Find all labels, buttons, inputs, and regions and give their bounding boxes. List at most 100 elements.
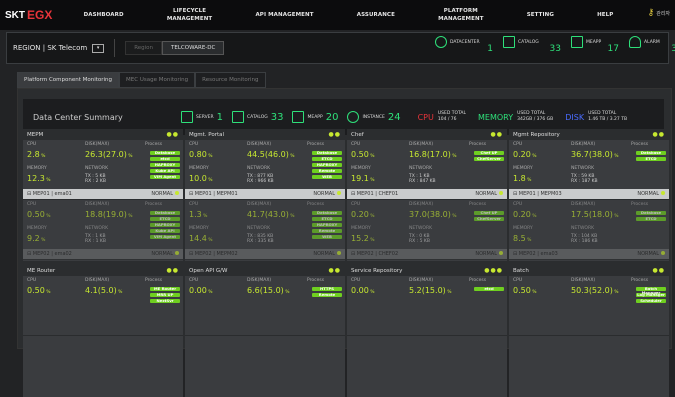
process-chip[interactable]: Remote bbox=[312, 228, 342, 233]
used-total-value: 342GB / 376 GB bbox=[517, 117, 554, 122]
node-panel[interactable]: CPU 0.00 % DISK(MAX) 5.2(15.0) % Process etcd bbox=[347, 276, 507, 336]
memory-label: MEMORY bbox=[478, 112, 514, 122]
process-chip[interactable]: HTTPS bbox=[312, 286, 342, 291]
process-chip[interactable]: ChefServer bbox=[474, 156, 504, 161]
summary-label: CATALOG bbox=[247, 114, 268, 120]
stat-label: ALARM bbox=[644, 39, 660, 45]
process-chip[interactable]: Database bbox=[312, 150, 342, 155]
process-chip[interactable]: WEB bbox=[312, 174, 342, 179]
logo[interactable]: SKT EGX bbox=[0, 8, 62, 22]
process-chip[interactable]: Database bbox=[312, 210, 342, 215]
tab-platform-component-monitoring[interactable]: Platform Component Monitoring bbox=[17, 72, 120, 88]
process-label: Process bbox=[307, 278, 325, 283]
region-select[interactable]: ▾ bbox=[92, 43, 105, 53]
cpu-value: 0.50 % bbox=[27, 286, 51, 295]
process-chip[interactable]: ETCD bbox=[312, 216, 342, 221]
memory-number: 10.0 bbox=[189, 174, 207, 183]
memory-number: 9.2 bbox=[27, 234, 40, 243]
process-chip[interactable]: ETCD bbox=[636, 156, 666, 161]
node-panel[interactable]: CPU 0.50 % DISK(MAX) 16.8(17.0) % Process MEM… bbox=[347, 140, 507, 200]
process-chip[interactable]: Kube API bbox=[150, 168, 180, 173]
region-tab-telcoware-dc[interactable]: TELCOWARE-DC bbox=[162, 41, 225, 55]
card-title: Service Repository bbox=[351, 267, 403, 274]
process-chip[interactable]: VIM Agent bbox=[150, 234, 180, 239]
process-chip[interactable]: MRR UP bbox=[150, 292, 180, 297]
process-chip[interactable]: Remote bbox=[312, 292, 342, 297]
process-label: Process bbox=[145, 278, 163, 283]
nav-assurance[interactable]: ASSURANCE bbox=[357, 11, 395, 19]
node-panel[interactable]: CPU 0.80 % DISK(MAX) 44.5(46.0) % Process MEM… bbox=[185, 140, 345, 200]
process-chip[interactable]: Kube API bbox=[150, 228, 180, 233]
node-panel[interactable]: CPU 2.8 % DISK(MAX) 26.3(27.0) % Process MEMO… bbox=[23, 140, 183, 200]
nav-lifecycle-management[interactable]: LIFECYCLE MANAGEMENT bbox=[167, 7, 212, 23]
node-panel[interactable]: CPU 0.50 % DISK(MAX) 4.1(5.0) % Process ME Ro… bbox=[23, 276, 183, 336]
node-panel[interactable]: CPU 0.20 % DISK(MAX) 36.7(38.0) % Process MEM… bbox=[509, 140, 669, 200]
process-chip[interactable]: Scheduler bbox=[636, 298, 666, 303]
card-header: ME Router ●● bbox=[23, 265, 183, 276]
user-menu[interactable]: ⚷ 관리자 bbox=[648, 8, 670, 18]
process-chip[interactable]: Database bbox=[636, 150, 666, 155]
nav-dashboard[interactable]: DASHBOARD bbox=[84, 11, 124, 19]
disk-value: 5.2(15.0) % bbox=[409, 286, 452, 295]
process-chip[interactable]: etcd bbox=[150, 156, 180, 161]
logo-text: SKT bbox=[5, 9, 25, 21]
process-chip[interactable]: Database bbox=[636, 210, 666, 215]
memory-value: 15.2 % bbox=[351, 234, 375, 243]
user-label: 관리자 bbox=[656, 10, 670, 17]
node-panel[interactable]: CPU 0.00 % DISK(MAX) 6.6(15.0) % Process HTTP… bbox=[185, 276, 345, 336]
stat-datacenter[interactable]: DATACENTER 1 bbox=[435, 36, 493, 54]
meapp-icon bbox=[571, 36, 583, 48]
process-chip[interactable]: HAPROXY bbox=[150, 162, 180, 167]
nav-platform-management[interactable]: PLATFORM MANAGEMENT bbox=[438, 7, 483, 23]
host-name: MEP01 | CHEF01 bbox=[356, 191, 399, 197]
node-panel[interactable]: CPU 0.50 % DISK(MAX) 50.3(52.0) % Process Bat… bbox=[509, 276, 669, 336]
top-stats: DATACENTER 1 CATALOG 33 MEAPP 17 ALARM 3 bbox=[435, 36, 675, 54]
process-chip[interactable]: HAPROXY bbox=[312, 162, 342, 167]
process-chip[interactable]: Remote bbox=[312, 168, 342, 173]
status-dots: ●● bbox=[166, 131, 179, 138]
nav-help[interactable]: HELP bbox=[597, 11, 613, 19]
cpu-number: 0.20 bbox=[513, 210, 531, 219]
process-chip[interactable]: Log Manager bbox=[636, 292, 666, 297]
key-icon: ⚷ bbox=[647, 8, 655, 18]
nav-setting[interactable]: SETTING bbox=[527, 11, 554, 19]
node-panel[interactable]: CPU 0.50 % DISK(MAX) 18.8(19.0) % Process MEM… bbox=[23, 200, 183, 260]
tab-mec-usage-monitoring[interactable]: MEC Usage Monitoring bbox=[119, 72, 196, 88]
process-chip[interactable]: ETCD bbox=[150, 216, 180, 221]
process-chip[interactable]: etcd bbox=[474, 286, 504, 291]
process-chip[interactable]: Database bbox=[150, 150, 180, 155]
network-value: TX : 104 KB RX : 186 KB bbox=[571, 234, 598, 244]
stat-meapp[interactable]: MEAPP 17 bbox=[571, 36, 619, 54]
cpu-number: 0.20 bbox=[351, 210, 369, 219]
stat-alarm[interactable]: ALARM 3 bbox=[629, 36, 675, 54]
process-chip[interactable]: HAPROXY bbox=[150, 222, 180, 227]
process-chip[interactable]: ME Router bbox=[150, 286, 180, 291]
tab-resource-monitoring[interactable]: Resource Monitoring bbox=[195, 72, 266, 88]
node-panel[interactable]: CPU 0.20 % DISK(MAX) 17.5(18.0) % Process MEM… bbox=[509, 200, 669, 260]
status-dots: ●● bbox=[328, 131, 341, 138]
process-chip[interactable]: VIM Agent bbox=[150, 174, 180, 179]
host-label: ⊟ MEP01 | MEPM03 bbox=[513, 191, 562, 197]
top-navigation-bar: SKT EGX DASHBOARD LIFECYCLE MANAGEMENT AP… bbox=[0, 0, 675, 30]
process-chip[interactable]: Chef UP bbox=[474, 210, 504, 215]
memory-label: MEMORY bbox=[189, 166, 209, 171]
stat-catalog[interactable]: CATALOG 33 bbox=[503, 36, 561, 54]
process-chip[interactable]: HAPROXY bbox=[312, 222, 342, 227]
process-chip[interactable]: ChefServer bbox=[474, 216, 504, 221]
node-panel[interactable]: CPU 1.3 % DISK(MAX) 41.7(43.0) % Process MEMO… bbox=[185, 200, 345, 260]
network-value: TX : 1 KB RX : 1 KB bbox=[85, 234, 106, 244]
nav-api-management[interactable]: API MANAGEMENT bbox=[255, 11, 313, 19]
node-panel[interactable]: CPU 0.20 % DISK(MAX) 37.0(38.0) % Process MEM… bbox=[347, 200, 507, 260]
process-chip[interactable]: WEB bbox=[312, 234, 342, 239]
monitoring-panel: Data Center Summary SERVER 1 CATALOG 33 ME… bbox=[17, 88, 672, 397]
component-card: Open API G/W ●● CPU 0.00 % DISK(MAX) 6.6(15.0… bbox=[185, 265, 345, 397]
process-chip[interactable]: Chef UP bbox=[474, 150, 504, 155]
process-chip[interactable]: Database bbox=[150, 210, 180, 215]
region-tab-region[interactable]: Region bbox=[125, 41, 163, 55]
process-chip[interactable]: ETCD bbox=[636, 216, 666, 221]
process-chip[interactable]: ETCD bbox=[312, 156, 342, 161]
node-status: NORMAL bbox=[151, 191, 179, 197]
process-list: Database ETCD bbox=[636, 209, 666, 221]
process-chip[interactable]: NextSvr bbox=[150, 298, 180, 303]
process-chip[interactable]: Batch Manager bbox=[636, 286, 666, 295]
